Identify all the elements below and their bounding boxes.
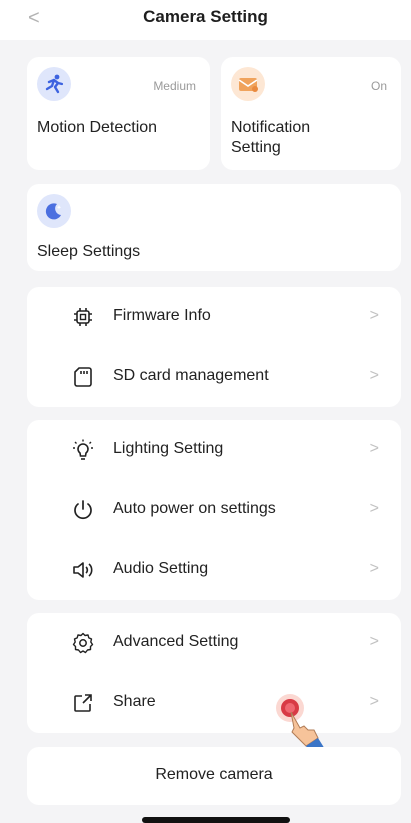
sd-card-icon [74, 367, 92, 387]
chevron-right-icon: > [369, 693, 379, 710]
power-icon [74, 500, 92, 520]
auto-power-on-row[interactable]: Auto power on settings > [27, 480, 401, 540]
sd-card-label: SD card management [113, 367, 269, 384]
notification-status: On [370, 79, 387, 93]
running-person-icon [37, 67, 71, 101]
notification-label-line2: Setting [231, 139, 281, 156]
chevron-right-icon: > [369, 440, 379, 457]
envelope-icon [231, 67, 265, 101]
share-row[interactable]: Share > [27, 673, 401, 733]
chevron-right-icon: > [369, 633, 379, 650]
lighting-setting-label: Lighting Setting [113, 440, 224, 457]
audio-setting-label: Audio Setting [113, 560, 209, 577]
gear-icon [72, 632, 94, 654]
advanced-setting-label: Advanced Setting [113, 633, 239, 650]
notification-setting-label: Notification Setting [231, 118, 310, 158]
chevron-right-icon: > [369, 500, 379, 517]
share-icon [74, 694, 92, 712]
chevron-right-icon: > [369, 560, 379, 577]
top-bar: < Camera Setting [0, 0, 411, 40]
notification-setting-tile[interactable]: On Notification Setting [221, 57, 401, 170]
home-indicator [142, 817, 290, 823]
chevron-right-icon: > [369, 307, 379, 324]
speaker-icon [73, 562, 93, 578]
sleep-settings-tile[interactable]: Sleep Settings [27, 184, 401, 271]
advanced-setting-row[interactable]: Advanced Setting > [27, 613, 401, 673]
moon-icon [37, 194, 71, 228]
firmware-info-row[interactable]: Firmware Info > [27, 287, 401, 347]
sleep-settings-label: Sleep Settings [37, 243, 141, 260]
advanced-group: Advanced Setting > Share > [27, 613, 401, 733]
motion-detection-label: Motion Detection [37, 119, 158, 136]
sd-card-row[interactable]: SD card management > [27, 347, 401, 407]
share-label: Share [113, 693, 156, 710]
firmware-info-label: Firmware Info [113, 307, 211, 324]
device-info-group: Firmware Info > SD card management > [27, 287, 401, 407]
notification-label-line1: Notification [231, 119, 311, 136]
motion-detection-tile[interactable]: Medium Motion Detection [27, 57, 210, 170]
auto-power-on-label: Auto power on settings [113, 500, 276, 517]
remove-camera-button[interactable]: Remove camera [27, 747, 401, 805]
bulb-icon [73, 439, 93, 460]
page-title: Camera Setting [143, 7, 268, 26]
remove-camera-label: Remove camera [155, 766, 273, 783]
chevron-right-icon: > [369, 367, 379, 384]
audio-setting-row[interactable]: Audio Setting > [27, 540, 401, 600]
motion-status: Medium [153, 79, 196, 93]
lighting-setting-row[interactable]: Lighting Setting > [27, 420, 401, 480]
chip-icon [74, 308, 92, 326]
hardware-settings-group: Lighting Setting > Auto power on setting… [27, 420, 401, 600]
